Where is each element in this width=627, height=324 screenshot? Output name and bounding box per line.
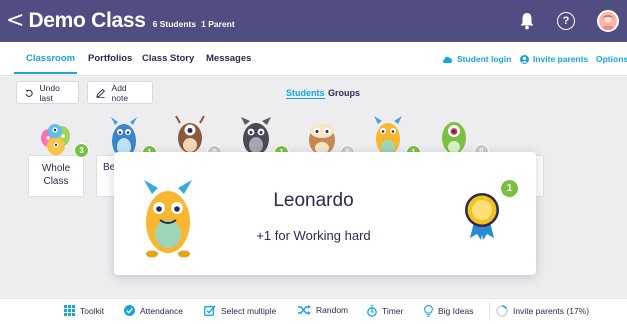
back-chevron-icon[interactable]: < [6,10,24,32]
award-medal-icon [462,188,502,240]
student-avatar-large [138,176,198,258]
tab-class-story[interactable]: Class Story [142,53,194,64]
timer-icon [367,305,377,317]
grid-icon [64,305,75,316]
attendance-button[interactable]: Attendance [124,305,183,316]
add-note-button[interactable]: Add note [87,81,153,104]
student-login-link[interactable]: Student login [442,54,511,64]
pencil-icon [96,88,106,98]
student-login-label: Student login [457,54,512,64]
options-link[interactable]: Options [596,54,627,64]
undo-last-label: Undo last [39,82,60,103]
lightbulb-icon [424,305,433,317]
attendance-icon [124,305,135,316]
bottom-separator [489,302,490,321]
toolkit-label: Toolkit [80,305,105,316]
points-badge: 3 [74,143,89,158]
big-ideas-label: Big Ideas [438,306,474,316]
active-tab-underline [14,72,77,74]
timer-button[interactable]: Timer [367,305,403,317]
attendance-label: Attendance [140,305,184,316]
shuffle-icon [298,305,311,315]
select-multiple-label: Select multiple [221,305,277,316]
select-multiple-button[interactable]: Select multiple [204,305,276,316]
student-name: Leonardo [273,190,354,211]
top-bar: < Demo Class 6 Students 1 Parent ? [0,0,627,42]
timer-label: Timer [382,306,404,316]
checkbox-icon [204,305,216,316]
undo-last-button[interactable]: Undo last [16,81,79,104]
undo-icon [25,89,33,97]
view-students-tab[interactable]: Students [286,88,325,99]
add-note-label: Add note [111,82,129,103]
big-ideas-button[interactable]: Big Ideas [424,305,473,317]
whole-class-label: Whole Class [41,163,71,187]
invite-parents-link[interactable]: Invite parents [520,54,588,64]
award-message: +1 for Working hard [256,228,371,243]
invite-parents-progress-button[interactable]: Invite parents (17%) [496,305,589,317]
toolkit-button[interactable]: Toolkit [64,305,104,316]
tab-messages[interactable]: Messages [206,53,251,64]
invite-parents-label: Invite parents [533,54,589,64]
profile-avatar[interactable] [597,10,619,32]
random-label: Random [316,305,349,315]
tab-portfolios[interactable]: Portfolios [88,53,132,64]
parent-icon [520,54,529,64]
students-count: 6 Students [152,19,197,29]
bell-icon[interactable] [519,12,535,30]
parents-count: 1 Parent [201,19,235,29]
class-title[interactable]: Demo Class [28,9,146,33]
view-groups-tab[interactable]: Groups [328,88,360,98]
progress-ring-icon [496,305,508,317]
whole-class-avatar[interactable] [36,118,76,164]
cloud-icon [442,56,453,63]
tab-classroom[interactable]: Classroom [26,53,75,64]
invite-parents-progress-label: Invite parents (17%) [513,306,590,316]
help-icon[interactable]: ? [557,12,575,30]
awarded-points-badge: 1 [500,179,519,198]
random-button[interactable]: Random [298,305,348,315]
